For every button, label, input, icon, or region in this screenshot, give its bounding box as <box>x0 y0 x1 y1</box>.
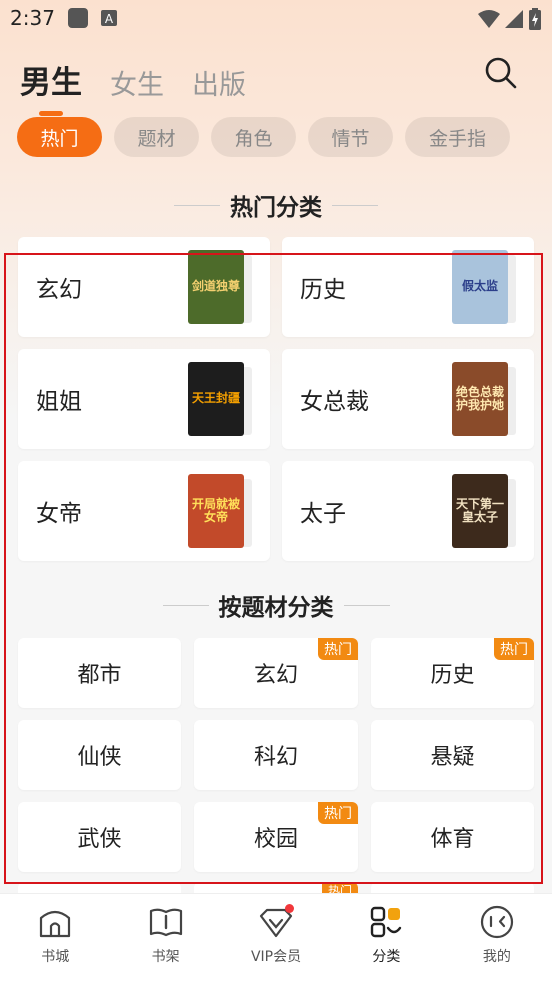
nav-category[interactable]: 分类 <box>331 894 441 981</box>
nav-bookshelf[interactable]: 书架 <box>110 894 220 981</box>
tab-publish[interactable]: 出版 <box>192 63 246 102</box>
chip-hot[interactable]: 热门 <box>17 117 102 157</box>
chip-role[interactable]: 角色 <box>211 117 296 157</box>
topic-card[interactable]: 武侠 <box>18 802 181 872</box>
filter-chips: 热门 题材 角色 情节 金手指 <box>17 117 510 157</box>
battery-icon <box>529 8 541 30</box>
topic-section-title: 按题材分类 <box>0 588 552 622</box>
topic-label: 历史 <box>430 663 475 688</box>
bookshelf-icon <box>148 904 184 940</box>
category-label: 太子 <box>300 501 346 527</box>
topic-label: 都市 <box>77 663 122 688</box>
topic-card[interactable]: 体育 <box>371 802 534 872</box>
cover-title: 绝色总裁护我护她 <box>455 384 504 412</box>
tab-label: 出版 <box>192 70 246 101</box>
hot-badge: 热门 <box>318 802 358 824</box>
topic-card[interactable]: 悬疑 <box>371 720 534 790</box>
wifi-icon <box>478 10 500 28</box>
divider <box>162 604 209 606</box>
nav-label: 我的 <box>482 949 511 965</box>
gender-tabs: 男生 女生 出版 <box>20 52 246 116</box>
hot-category-card[interactable]: 女总裁 绝色总裁护我护她 <box>282 349 534 449</box>
topic-label: 科幻 <box>253 745 298 770</box>
topic-label: 仙侠 <box>77 745 122 770</box>
cover-title: 剑道独尊 <box>191 279 240 294</box>
topic-card[interactable]: 玄幻 热门 <box>194 638 358 708</box>
book-cover: 天王封疆 <box>188 362 244 436</box>
topic-label: 武侠 <box>77 827 122 852</box>
book-cover: 天下第一皇太子 <box>452 474 508 548</box>
divider <box>332 204 378 206</box>
bookstore-icon <box>37 904 73 940</box>
category-label: 历史 <box>300 277 346 303</box>
topic-label: 玄幻 <box>253 663 298 688</box>
nav-label: VIP会员 <box>250 949 302 965</box>
topic-label: 体育 <box>430 827 475 852</box>
signal-icon <box>505 10 523 28</box>
nav-label: 书架 <box>151 949 180 965</box>
topic-label: 校园 <box>253 827 298 852</box>
vip-icon <box>258 904 295 940</box>
cover-title: 天王封疆 <box>191 391 240 406</box>
search-button[interactable] <box>484 56 518 90</box>
topic-card[interactable]: 科幻 <box>194 720 358 790</box>
topic-card[interactable]: 都市 <box>18 638 181 708</box>
topic-card[interactable]: 历史 热门 <box>371 638 534 708</box>
hot-category-card[interactable]: 女帝 开局就被女帝 <box>18 461 270 561</box>
search-icon <box>485 57 517 89</box>
nav-bookstore[interactable]: 书城 <box>0 894 110 981</box>
hot-section-title: 热门分类 <box>0 188 552 222</box>
section-title-text: 热门分类 <box>230 195 322 221</box>
status-time: 2:37 <box>10 6 55 30</box>
chip-golden-finger[interactable]: 金手指 <box>405 117 510 157</box>
tab-label: 男生 <box>20 65 82 101</box>
nav-label: 书城 <box>41 949 70 965</box>
tab-male[interactable]: 男生 <box>20 57 82 116</box>
hot-category-grid: 玄幻 剑道独尊 历史 假太监 姐姐 天王封疆 女总裁 绝色总裁护我护她 女帝 开… <box>18 237 534 561</box>
chip-topic[interactable]: 题材 <box>114 117 199 157</box>
topic-category-grid: 都市 玄幻 热门 历史 热门 仙侠 科幻 悬疑 武侠 校园 热门 体育 <box>18 638 534 872</box>
status-bar: 2:37 A <box>0 0 552 36</box>
category-label: 玄幻 <box>36 277 82 303</box>
topic-card[interactable]: 仙侠 <box>18 720 181 790</box>
tab-label: 女生 <box>110 70 164 101</box>
book-cover: 剑道独尊 <box>188 250 244 324</box>
cover-title: 开局就被女帝 <box>191 496 240 524</box>
section-title-text: 按题材分类 <box>218 595 334 621</box>
category-label: 女总裁 <box>300 389 369 415</box>
hot-category-card[interactable]: 玄幻 剑道独尊 <box>18 237 270 337</box>
notification-icon <box>68 8 88 28</box>
bottom-nav: 书城 书架 VIP会员 分类 我的 <box>0 893 552 981</box>
book-cover: 开局就被女帝 <box>188 474 244 548</box>
keyboard-icon: A <box>100 9 118 27</box>
cover-title: 天下第一皇太子 <box>455 496 504 524</box>
notification-dot <box>285 904 295 913</box>
cover-title: 假太监 <box>461 279 498 294</box>
topic-card[interactable]: 校园 热门 <box>194 802 358 872</box>
category-label: 女帝 <box>36 501 82 527</box>
chip-plot[interactable]: 情节 <box>308 117 393 157</box>
book-cover: 绝色总裁护我护她 <box>452 362 508 436</box>
svg-text:A: A <box>105 12 114 26</box>
divider <box>174 204 220 206</box>
profile-icon <box>479 904 515 940</box>
hot-category-card[interactable]: 历史 假太监 <box>282 237 534 337</box>
nav-vip[interactable]: VIP会员 <box>221 894 331 981</box>
divider <box>343 604 390 606</box>
book-cover: 假太监 <box>452 250 508 324</box>
hot-category-card[interactable]: 太子 天下第一皇太子 <box>282 461 534 561</box>
hot-badge: 热门 <box>494 638 534 660</box>
nav-profile[interactable]: 我的 <box>442 894 552 981</box>
hot-category-card[interactable]: 姐姐 天王封疆 <box>18 349 270 449</box>
tab-active-indicator <box>39 111 63 116</box>
hot-badge: 热门 <box>318 638 358 660</box>
tab-female[interactable]: 女生 <box>110 63 164 102</box>
category-label: 姐姐 <box>36 389 82 415</box>
topic-label: 悬疑 <box>430 745 475 770</box>
nav-label: 分类 <box>372 949 401 965</box>
category-icon <box>368 904 404 940</box>
